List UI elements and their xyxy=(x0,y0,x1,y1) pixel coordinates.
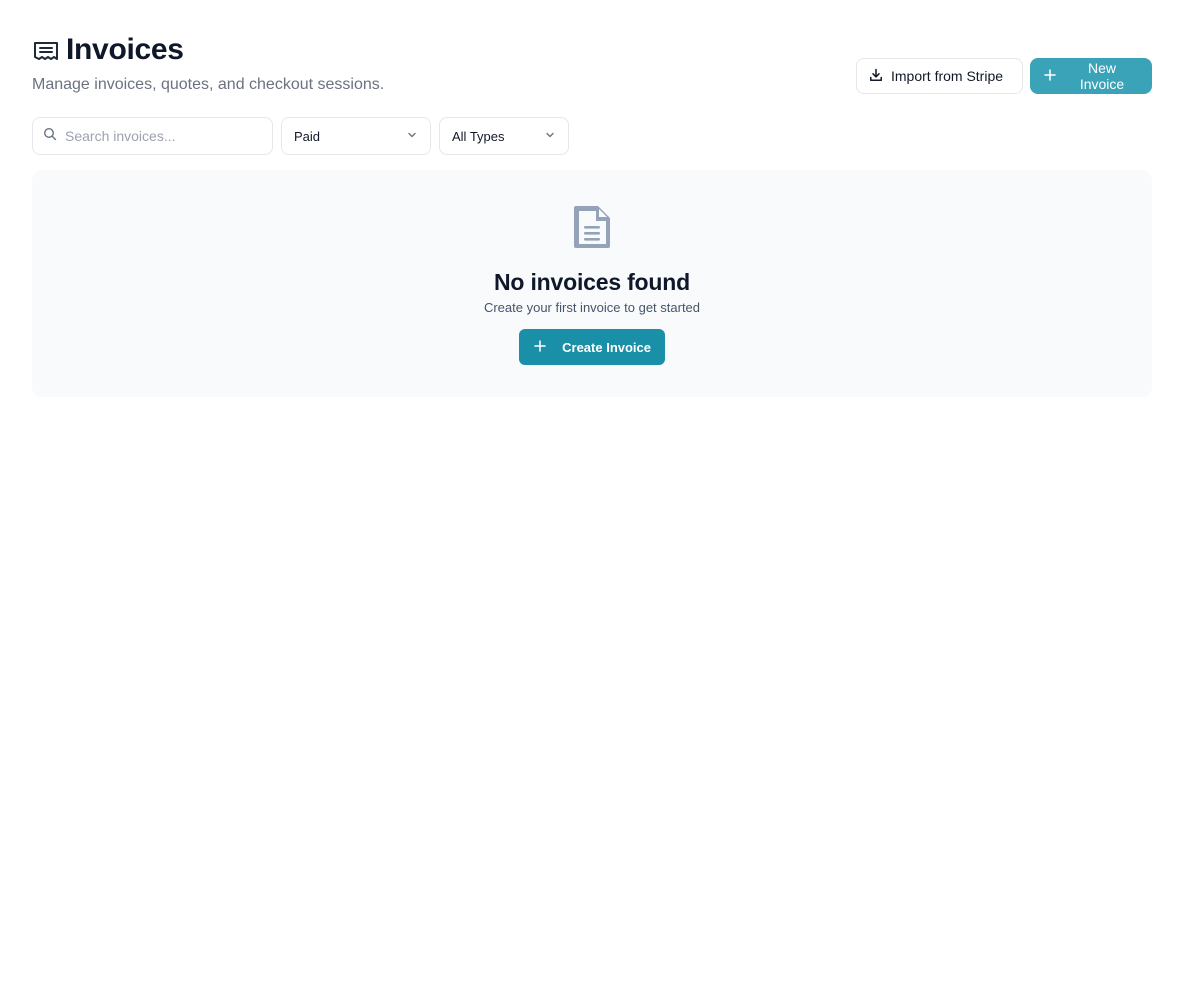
download-icon xyxy=(869,68,883,85)
status-filter-select[interactable]: Paid xyxy=(281,117,431,155)
create-invoice-label: Create Invoice xyxy=(562,339,651,355)
empty-state-title: No invoices found xyxy=(494,269,690,295)
empty-state-text: Create your first invoice to get started xyxy=(483,300,701,315)
page-subtitle: Manage invoices, quotes, and checkout se… xyxy=(32,76,385,93)
status-filter-value: Paid xyxy=(294,128,321,144)
plus-icon xyxy=(533,339,547,356)
chevron-down-icon xyxy=(406,129,418,144)
create-invoice-button[interactable]: Create Invoice xyxy=(519,329,665,365)
filter-bar: Paid All Types xyxy=(32,117,569,155)
invoices-page: Invoices Manage invoices, quotes, and ch… xyxy=(0,0,1184,994)
search-input[interactable] xyxy=(65,128,255,144)
new-invoice-button[interactable]: New Invoice xyxy=(1030,58,1152,94)
plus-icon xyxy=(1043,68,1057,85)
import-from-stripe-button[interactable]: Import from Stripe xyxy=(856,58,1023,94)
search-icon xyxy=(43,127,57,146)
title-row: Invoices xyxy=(32,32,184,68)
chevron-down-icon xyxy=(544,129,556,144)
page-header: Invoices Manage invoices, quotes, and ch… xyxy=(32,32,1152,102)
receipt-icon xyxy=(32,38,60,66)
new-invoice-label: New Invoice xyxy=(1079,60,1125,92)
header-actions: Import from Stripe New Invoice xyxy=(856,58,1152,94)
file-text-icon xyxy=(570,203,614,251)
type-filter-select[interactable]: All Types xyxy=(439,117,569,155)
search-field[interactable] xyxy=(32,117,273,155)
type-filter-value: All Types xyxy=(452,128,505,144)
empty-state-panel: No invoices found Create your first invo… xyxy=(32,170,1152,397)
import-button-label: Import from Stripe xyxy=(891,68,1004,84)
page-title: Invoices xyxy=(66,33,184,66)
